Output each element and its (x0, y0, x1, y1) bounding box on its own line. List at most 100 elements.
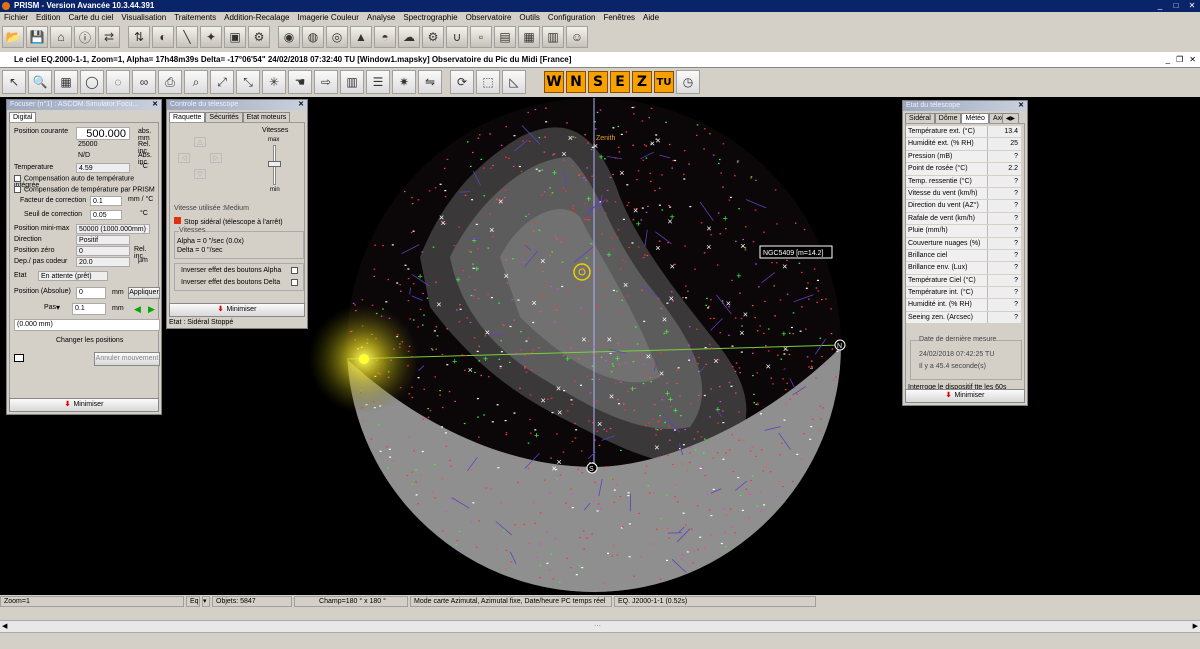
tabs-scroll-arrows[interactable]: ◀▶ (1001, 113, 1019, 123)
scroll-left-icon[interactable]: ◀ (2, 622, 7, 630)
tab-dome[interactable]: Dôme (934, 113, 962, 123)
menu-item-0[interactable]: Fichier (0, 12, 32, 24)
prism-comp-checkbox[interactable] (14, 186, 21, 193)
abs-position-input[interactable]: 0 (76, 287, 106, 299)
status-eq-select[interactable]: Eq (186, 596, 200, 607)
focuser-minimize-button[interactable]: ⬇ Minimiser (9, 398, 159, 412)
telescope-close-button[interactable]: ✕ (298, 100, 304, 110)
menu-item-10[interactable]: Outils (515, 12, 543, 24)
west-button[interactable]: ◁ (178, 153, 190, 163)
cancel-move-button[interactable]: Annuler mouvement (94, 352, 160, 366)
arrows-icon[interactable]: ⤢ (210, 70, 234, 94)
tab-securites[interactable]: Sécurités (205, 112, 243, 122)
info-icon[interactable]: ⓘ (74, 26, 96, 48)
minimize-window-button[interactable]: _ (1152, 0, 1168, 12)
blank-icon[interactable]: ▫ (470, 26, 492, 48)
gear-icon[interactable]: ⚙ (422, 26, 444, 48)
change-positions-button[interactable]: Changer les positions (56, 337, 123, 344)
wheel-icon[interactable]: ⚙ (248, 26, 270, 48)
monitor-icon[interactable]: ▣ (224, 26, 246, 48)
grid-icon[interactable]: ▦ (54, 70, 78, 94)
tab-etat-moteurs[interactable]: Etat moteurs (242, 112, 291, 122)
menu-item-8[interactable]: Spectrographie (399, 12, 461, 24)
weather-minimize-button[interactable]: ⬇ Minimiser (905, 389, 1025, 403)
direction-button-n[interactable]: N (566, 71, 586, 93)
scale-icon[interactable]: ⤡ (236, 70, 260, 94)
dome-icon[interactable]: ◓ (374, 26, 396, 48)
invert-alpha-checkbox[interactable] (291, 267, 298, 274)
hand-icon[interactable]: ☚ (288, 70, 312, 94)
wand-icon[interactable]: ╲ (176, 26, 198, 48)
eyepiece-icon[interactable]: ▲ (350, 26, 372, 48)
move-right-icon[interactable]: ▶ (148, 304, 155, 315)
sync-icon[interactable]: ⟳ (450, 70, 474, 94)
open-icon[interactable]: 📂 (2, 26, 24, 48)
save-icon[interactable]: 💾 (26, 26, 48, 48)
menu-item-11[interactable]: Configuration (544, 12, 600, 24)
direction-button-z[interactable]: Z (632, 71, 652, 93)
menu-item-9[interactable]: Observatoire (462, 12, 516, 24)
move-icon[interactable]: ⇄ (98, 26, 120, 48)
search-icon[interactable]: ⌕ (184, 70, 208, 94)
child-restore-button[interactable]: ❐ (1176, 52, 1183, 68)
calendar-icon[interactable]: ▥ (340, 70, 364, 94)
direction-button-tu[interactable]: TU (654, 71, 674, 93)
child-minimize-button[interactable]: _ (1166, 52, 1170, 68)
focuser-icon[interactable]: ◍ (302, 26, 324, 48)
child-close-button[interactable]: ✕ (1189, 52, 1196, 68)
direction-button-w[interactable]: W (544, 71, 564, 93)
flip-icon[interactable]: ⇅ (128, 26, 150, 48)
weather-close-button[interactable]: ✕ (1018, 101, 1024, 111)
step-size-input[interactable]: 0.1 (72, 303, 106, 315)
cloud-icon[interactable]: ☁ (398, 26, 420, 48)
menu-item-1[interactable]: Edition (32, 12, 64, 24)
south-button[interactable]: ▽ (194, 169, 206, 179)
menu-item-12[interactable]: Fenêtres (599, 12, 639, 24)
select-rect-icon[interactable]: ⬚ (476, 70, 500, 94)
tab-digital[interactable]: Digital (9, 112, 37, 122)
person-icon[interactable]: ☺ (566, 26, 588, 48)
scroll-right-icon[interactable]: ▶ (1193, 622, 1198, 630)
direction-button-e[interactable]: E (610, 71, 630, 93)
star-burst-icon[interactable]: ✳ (262, 70, 286, 94)
menu-item-13[interactable]: Aide (639, 12, 663, 24)
compass-icon[interactable]: ✷ (392, 70, 416, 94)
status-eq-dropdown-icon[interactable]: ▾ (202, 596, 210, 607)
ellipse-icon[interactable]: ◯ (80, 70, 104, 94)
threshold-input[interactable]: 0.05 (90, 210, 122, 220)
sun-icon[interactable] (359, 354, 369, 364)
menu-item-3[interactable]: Visualisation (117, 12, 170, 24)
menu-item-7[interactable]: Analyse (363, 12, 399, 24)
binoculars-icon[interactable]: ∞ (132, 70, 156, 94)
horizontal-scrollbar[interactable]: ◀ ⋯ ▶ (0, 620, 1200, 632)
factor-input[interactable]: 0.1 (90, 196, 122, 206)
eq-az-icon[interactable]: ⇋ (418, 70, 442, 94)
auto-comp-checkbox[interactable] (14, 175, 21, 182)
menu-item-5[interactable]: Addition-Recalage (220, 12, 293, 24)
invert-delta-checkbox[interactable] (291, 279, 298, 286)
next-icon[interactable]: ⇨ (314, 70, 338, 94)
speed-slider-thumb[interactable] (268, 161, 281, 167)
half-moon-icon[interactable]: ◐ (152, 26, 174, 48)
east-button[interactable]: ▷ (210, 153, 222, 163)
graph-icon[interactable]: ▦ (518, 26, 540, 48)
move-left-icon[interactable]: ◀ (134, 304, 141, 315)
tab-sideral[interactable]: Sidéral (905, 113, 935, 123)
menu-item-6[interactable]: Imagerie Couleur (294, 12, 363, 24)
focuser-close-button[interactable]: ✕ (152, 100, 158, 110)
apply-button[interactable]: Appliquer (128, 287, 160, 299)
orbit-icon[interactable]: ◌ (106, 70, 130, 94)
close-window-button[interactable]: ✕ (1184, 0, 1200, 12)
tab-raquette[interactable]: Raquette (169, 112, 206, 122)
menu-item-2[interactable]: Carte du ciel (64, 12, 117, 24)
filter-icon[interactable]: ◎ (326, 26, 348, 48)
direction-button-s[interactable]: S (588, 71, 608, 93)
puzzle-icon[interactable]: ▤ (494, 26, 516, 48)
list-icon[interactable]: ☰ (366, 70, 390, 94)
sky-chart[interactable]: +××+××+××+××+××+××+××+××+××+××+××+××+××+… (0, 97, 1200, 595)
chart-icon[interactable]: ▥ (542, 26, 564, 48)
menu-item-4[interactable]: Traitements (170, 12, 220, 24)
star-icon[interactable]: ✦ (200, 26, 222, 48)
position-combo[interactable]: (0.000 mm) (14, 319, 160, 331)
print-icon[interactable]: ⎙ (158, 70, 182, 94)
